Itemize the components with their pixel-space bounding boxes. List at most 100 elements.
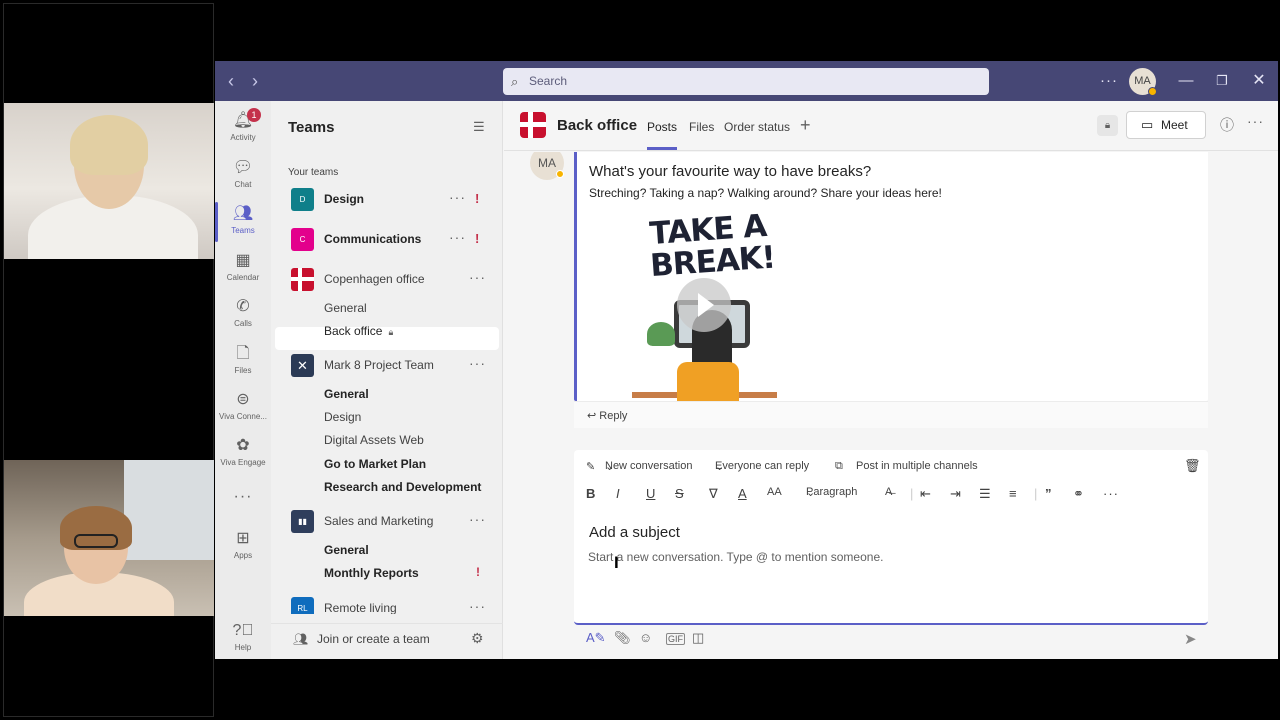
team-avatar: RL (291, 597, 314, 614)
rail-more-apps[interactable]: ··· (215, 481, 271, 527)
strikethrough-icon[interactable]: S (675, 486, 684, 501)
channel-back-office[interactable]: Back office 🔒︎ (324, 324, 393, 338)
rail-help[interactable]: ?⃝ Help (215, 615, 271, 659)
info-icon[interactable]: ⓘ (1220, 115, 1234, 135)
rail-viva-engage[interactable]: ✿ Viva Engage (215, 430, 271, 476)
clear-format-icon[interactable]: A̶ (885, 486, 892, 498)
teams-list-pane: Teams ☰ Your teams D Design ··· ! C Comm… (271, 101, 503, 659)
author-avatar[interactable]: MA (530, 152, 564, 180)
rail-calls[interactable]: ✆ Calls (215, 291, 271, 337)
increase-indent-icon[interactable]: ⇥ (950, 486, 961, 502)
paragraph-dropdown[interactable]: Paragraph ⌄ (806, 486, 857, 499)
maximize-icon[interactable]: ❐ (1211, 61, 1233, 101)
rail-teams[interactable]: 👥︎ Teams (215, 198, 271, 244)
team-item-remote[interactable]: RL Remote living ··· (271, 594, 503, 614)
more-options-icon[interactable]: ··· (1247, 113, 1264, 129)
channel-general[interactable]: General (324, 301, 367, 315)
more-options-icon[interactable]: ··· (449, 189, 466, 205)
team-item-copenhagen[interactable]: Copenhagen office ··· (271, 265, 503, 293)
join-create-team[interactable]: 👥︎ Join or create a team ⚙ (271, 623, 503, 651)
channel-digital-assets[interactable]: Digital Assets Web (324, 433, 424, 447)
channel-go-to-market[interactable]: Go to Market Plan (324, 457, 426, 471)
decrease-indent-icon[interactable]: ⇤ (920, 486, 931, 502)
more-options-icon[interactable]: ··· (469, 355, 486, 371)
italic-icon[interactable]: I (616, 486, 620, 501)
channel-monthly-reports[interactable]: Monthly Reports (324, 566, 419, 580)
rail-apps[interactable]: ⊞ Apps (215, 523, 271, 569)
more-options-icon[interactable]: ··· (469, 511, 486, 527)
more-options-icon[interactable]: ··· (469, 269, 486, 285)
message-input[interactable]: Start a new conversation. Type @ to ment… (588, 550, 883, 564)
search-input[interactable]: ⌕ Search (503, 68, 989, 95)
channel-design[interactable]: Design (324, 410, 361, 424)
rail-files[interactable]: 🗋︎ Files (215, 338, 271, 384)
reply-button[interactable]: ↩ Reply (574, 401, 1208, 428)
send-icon[interactable]: ➤ (1184, 630, 1197, 648)
gif-text: TAKE A BREAK! (648, 208, 777, 285)
user-avatar[interactable]: MA (1129, 68, 1157, 96)
more-options-icon[interactable]: ··· (1097, 61, 1121, 101)
teams-icon: 👥︎ (232, 205, 254, 222)
gif-icon[interactable]: GIF (666, 633, 685, 645)
team-item-design[interactable]: D Design ··· ! (271, 185, 503, 213)
tab-order-status[interactable]: Order status (724, 120, 790, 134)
highlight-icon[interactable]: ∇ (709, 486, 718, 502)
team-item-mark8[interactable]: ✕ Mark 8 Project Team ··· (271, 351, 503, 379)
attach-icon[interactable]: 📎︎ (614, 630, 631, 646)
rail-chat[interactable]: 💬︎ Chat (215, 152, 271, 198)
take-a-break-gif[interactable]: TAKE A BREAK! (589, 202, 819, 402)
search-icon: ⌕ (511, 74, 519, 89)
filter-icon[interactable]: ☰ (473, 119, 485, 135)
composer-actions: A✎ 📎︎ ☺ GIF ◫ ➤ (574, 630, 1208, 654)
numbered-list-icon[interactable]: ≡ (1009, 486, 1017, 501)
channel-research[interactable]: Research and Development (324, 480, 481, 494)
rail-label: Activity (230, 133, 256, 142)
meet-button[interactable]: ▭ Meet (1126, 111, 1206, 139)
post-body: Streching? Taking a nap? Walking around?… (589, 186, 942, 200)
sticker-icon[interactable]: ◫ (692, 630, 704, 646)
reply-label: ↩ Reply (587, 410, 628, 422)
post-multiple-channels[interactable]: Post in multiple channels (856, 460, 978, 472)
close-icon[interactable]: ✕ (1248, 61, 1270, 101)
play-icon[interactable] (677, 278, 731, 332)
channel-general[interactable]: General (324, 543, 369, 557)
gear-icon[interactable]: ⚙ (471, 630, 484, 647)
window-background (124, 460, 214, 560)
more-options-icon[interactable]: ··· (1103, 486, 1119, 501)
more-options-icon[interactable]: ··· (449, 229, 466, 245)
more-options-icon[interactable]: ··· (469, 598, 486, 614)
link-icon[interactable]: ⚭ (1073, 486, 1084, 502)
text-cursor-icon: I (614, 553, 619, 572)
subject-input[interactable]: Add a subject (589, 524, 680, 541)
team-name: Design (324, 192, 365, 206)
bold-icon[interactable]: B (586, 486, 595, 501)
underline-icon[interactable]: U (646, 486, 655, 501)
forward-arrow-icon[interactable]: › (245, 71, 265, 91)
back-arrow-icon[interactable]: ‹ (221, 71, 241, 91)
bullet-list-icon[interactable]: ☰ (979, 486, 991, 502)
trash-icon[interactable]: 🗑︎ (1184, 458, 1201, 474)
font-size-icon[interactable]: AA (767, 486, 782, 498)
add-tab-icon[interactable]: + (800, 115, 811, 136)
tab-posts[interactable]: Posts (647, 120, 678, 150)
rail-activity[interactable]: 🔔︎ 1 Activity (215, 105, 271, 151)
lock-icon[interactable]: 🔒︎ (1097, 115, 1118, 136)
rail-viva-connections[interactable]: ⊜ Viva Conne... (215, 384, 271, 430)
tab-files[interactable]: Files (689, 120, 714, 134)
team-item-communications[interactable]: C Communications ··· ! (271, 225, 503, 253)
channel-general[interactable]: General (324, 387, 369, 401)
font-color-icon[interactable]: A (738, 486, 747, 501)
new-post-composer[interactable]: ✎ New conversation ⌄ Everyone can reply … (574, 450, 1208, 625)
new-conversation-dropdown[interactable]: New conversation ⌄ (605, 460, 692, 473)
team-item-sales[interactable]: ▮▮ Sales and Marketing ··· (271, 507, 503, 535)
format-icon[interactable]: A✎ (586, 630, 606, 646)
chair-icon (677, 362, 739, 402)
reply-setting-dropdown[interactable]: Everyone can reply ⌄ (715, 460, 809, 473)
quote-icon[interactable]: ” (1045, 486, 1052, 501)
viva-connections-icon: ⊜ (236, 391, 250, 408)
status-away-icon (556, 170, 564, 178)
rail-calendar[interactable]: ▦ Calendar (215, 245, 271, 291)
emoji-icon[interactable]: ☺ (639, 630, 652, 645)
multi-channel-icon: ⧉ (835, 460, 843, 472)
minimize-icon[interactable]: — (1175, 61, 1197, 101)
